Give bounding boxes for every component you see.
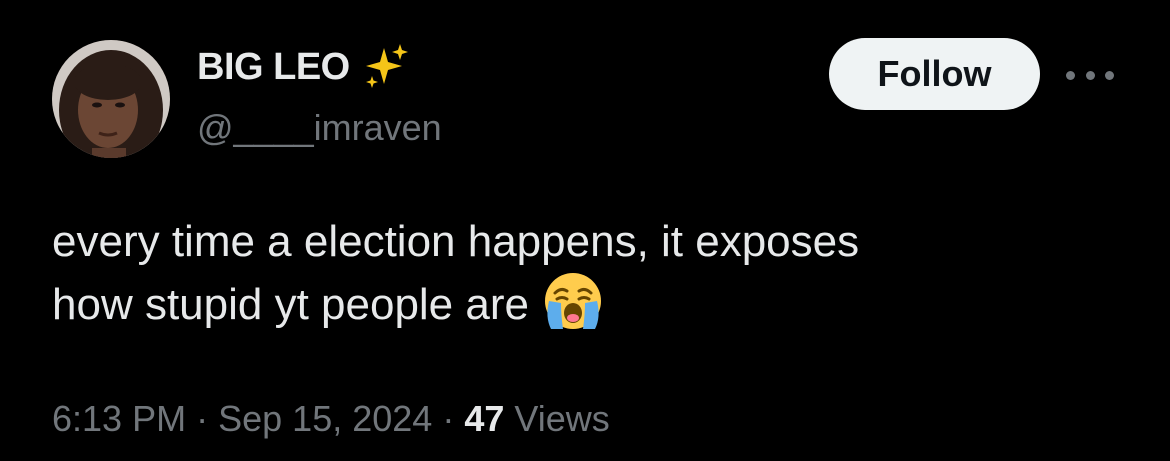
- tweet-date[interactable]: Sep 15, 2024: [218, 398, 432, 439]
- loudly-crying-face-emoji: [544, 273, 601, 330]
- tweet-text-line-2: how stupid yt people are: [52, 280, 529, 329]
- more-dot: [1066, 70, 1075, 80]
- views-label: Views: [514, 398, 610, 439]
- follow-button[interactable]: Follow: [829, 38, 1040, 110]
- meta-separator: ·: [196, 398, 209, 439]
- more-dot: [1085, 70, 1095, 80]
- more-horizontal-icon[interactable]: [1066, 58, 1114, 92]
- views-count[interactable]: 47: [464, 398, 504, 439]
- avatar[interactable]: [52, 40, 170, 158]
- tweet-card: BIG LEO @____imraven Follow every time a…: [0, 0, 1170, 461]
- name-row: BIG LEO: [197, 42, 412, 92]
- tweet-time[interactable]: 6:13 PM: [52, 398, 186, 439]
- avatar-image: [52, 40, 170, 158]
- user-handle[interactable]: @____imraven: [197, 107, 442, 149]
- tweet-text: every time a election happens, it expose…: [52, 210, 1132, 339]
- sparkles-icon: [365, 44, 408, 88]
- meta-separator: ·: [442, 398, 455, 439]
- tweet-meta: 6:13 PM · Sep 15, 2024 · 47 Views: [52, 398, 610, 440]
- tweet-text-line-2-wrapper: how stupid yt people are: [52, 273, 1132, 339]
- more-dot: [1105, 70, 1114, 80]
- display-name[interactable]: BIG LEO: [197, 46, 350, 89]
- tweet-text-line-1: every time a election happens, it expose…: [52, 217, 860, 266]
